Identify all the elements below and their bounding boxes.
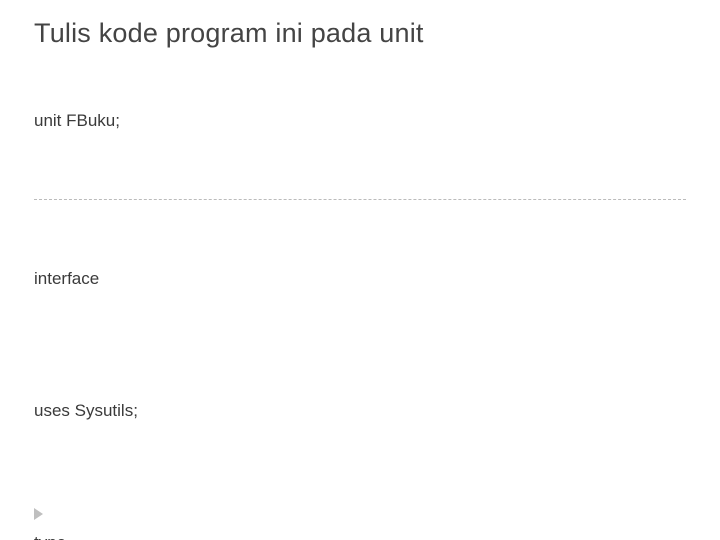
slide-title: Tulis kode program ini pada unit xyxy=(34,18,686,49)
slide: Tulis kode program ini pada unit unit FB… xyxy=(0,0,720,540)
divider xyxy=(34,199,686,200)
code-line: uses Sysutils; xyxy=(34,398,686,424)
code-block: unit FBuku; interface uses Sysutils; typ… xyxy=(34,55,686,540)
code-line: interface xyxy=(34,266,686,292)
code-line: unit FBuku; xyxy=(34,108,686,134)
bullet-arrow-icon xyxy=(34,508,43,520)
code-line: type xyxy=(34,530,686,540)
